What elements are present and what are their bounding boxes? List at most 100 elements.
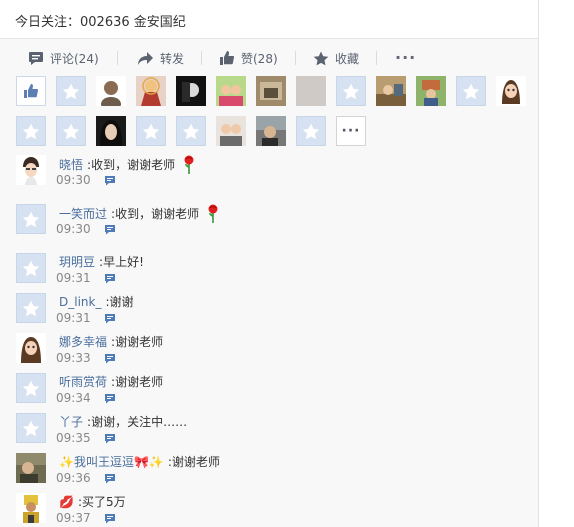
comment-time: 09:34 [56, 391, 91, 405]
commenter-avatar[interactable] [16, 333, 46, 363]
reply-button[interactable] [104, 433, 116, 447]
commenter-name[interactable]: 丫子 [59, 415, 83, 429]
commenter-name[interactable]: 娜多幸福 [59, 335, 107, 349]
reply-button[interactable] [104, 393, 116, 407]
liker-avatar[interactable] [456, 76, 486, 106]
liker-avatar[interactable] [136, 76, 166, 106]
action-separator [117, 51, 118, 65]
commenter-name[interactable]: 晓悟 [59, 158, 83, 172]
reply-button[interactable] [104, 224, 116, 238]
comment-line: ✨我叫王逗逗🎀✨:谢谢老师 [59, 453, 220, 470]
avatar-photo [182, 82, 199, 102]
comment-item: 听雨赏荷:谢谢老师 09:34 [16, 373, 536, 413]
comment-line: 一笑而过:收到，谢谢老师 [59, 204, 220, 224]
liker-avatar[interactable] [96, 76, 126, 106]
liker-avatar[interactable] [416, 76, 446, 106]
commenter-name[interactable]: 听雨赏荷 [59, 375, 107, 389]
commenter-avatar[interactable] [16, 293, 46, 323]
commenter-avatar[interactable] [16, 453, 46, 483]
commenter-avatar[interactable] [16, 155, 46, 185]
liker-avatar[interactable] [136, 116, 166, 146]
comment-line: D_link_:谢谢 [59, 293, 134, 310]
comment-text: 谢谢老师 [115, 375, 164, 389]
avatar-photo [260, 82, 282, 100]
more-likers-button[interactable]: ··· [336, 116, 366, 146]
comment-text: 买了5万 [82, 495, 126, 509]
reply-icon [105, 176, 115, 186]
liker-avatar[interactable] [176, 116, 206, 146]
commenter-avatar[interactable] [16, 493, 46, 523]
repost-button[interactable]: 转发 [137, 49, 184, 67]
comment-text: 收到，谢谢老师 [115, 207, 200, 221]
reply-icon [105, 354, 115, 364]
commenter-name[interactable]: ✨我叫王逗逗🎀✨ [59, 455, 164, 469]
comment-text: 谢谢老师 [171, 455, 220, 469]
star-icon [182, 123, 200, 139]
comment-text: 谢谢老师 [115, 335, 164, 349]
liker-avatar[interactable] [96, 116, 126, 146]
action-separator [295, 51, 296, 65]
star-icon [313, 51, 329, 65]
commenter-name[interactable]: D_link_ [59, 295, 101, 309]
reply-icon [105, 394, 115, 404]
avatar-photo [220, 124, 242, 146]
comment-item: 玥明豆:早上好! 09:31 [16, 253, 536, 293]
liker-avatar[interactable] [336, 76, 366, 106]
commenter-name[interactable]: 一笑而过 [59, 207, 107, 221]
commenter-avatar[interactable] [16, 253, 46, 283]
liker-avatar[interactable] [56, 76, 86, 106]
post-card: 今日关注：002636 金安国纪 评论(24) 转发 赞(28) 收藏 ··· … [0, 0, 539, 527]
reply-button[interactable] [104, 473, 116, 487]
star-icon [22, 300, 40, 316]
like-label: 赞(28) [241, 51, 278, 66]
liker-avatar[interactable] [176, 76, 206, 106]
avatar-photo [100, 120, 122, 146]
reply-button[interactable] [104, 353, 116, 367]
commenter-name[interactable]: 💋 [59, 495, 74, 509]
comment-time: 09:37 [56, 511, 91, 525]
commenter-avatar[interactable] [16, 413, 46, 443]
liker-avatar[interactable] [296, 76, 326, 106]
liker-avatar[interactable] [56, 116, 86, 146]
liker-avatar[interactable] [216, 76, 246, 106]
avatar-photo [422, 80, 440, 106]
reply-icon [105, 225, 115, 235]
reply-button[interactable] [104, 313, 116, 327]
action-separator [201, 51, 202, 65]
avatar-photo [141, 77, 161, 106]
liker-avatar[interactable] [376, 76, 406, 106]
comment-item: 晓悟:收到，谢谢老师 09:30 [16, 155, 536, 195]
commenter-avatar[interactable] [16, 204, 46, 234]
rose-icon [208, 204, 218, 223]
comment-time: 09:31 [56, 271, 91, 285]
like-button[interactable]: 赞(28) [219, 49, 278, 67]
liker-avatar[interactable] [256, 116, 286, 146]
rose-icon [184, 155, 194, 174]
comment-time: 09:30 [56, 173, 91, 187]
liker-avatar[interactable] [216, 116, 246, 146]
comment-item: 💋:买了5万 09:37 [16, 493, 536, 527]
commenter-name[interactable]: 玥明豆 [59, 255, 95, 269]
like-avatar-button[interactable] [16, 76, 46, 106]
liker-avatar[interactable] [496, 76, 526, 106]
comment-time: 09:31 [56, 311, 91, 325]
reply-button[interactable] [104, 273, 116, 287]
reply-button[interactable] [104, 175, 116, 189]
avatar-photo [256, 116, 286, 146]
more-actions-button[interactable]: ··· [395, 48, 416, 67]
feedback-panel: 评论(24) 转发 赞(28) 收藏 ··· ··· 晓悟:收到，谢谢老师 0… [0, 39, 538, 527]
comment-button[interactable]: 评论(24) [28, 49, 99, 67]
action-separator [376, 51, 377, 65]
comment-time: 09:36 [56, 471, 91, 485]
commenter-avatar[interactable] [16, 373, 46, 403]
liker-avatar[interactable] [256, 76, 286, 106]
comment-text: 谢谢 [109, 295, 134, 309]
liker-avatar[interactable] [296, 116, 326, 146]
liker-avatar[interactable] [16, 116, 46, 146]
post-text: 今日关注：002636 金安国纪 [15, 15, 186, 30]
comment-text: 收到，谢谢老师 [91, 158, 176, 172]
thumbs-up-icon [24, 84, 39, 98]
avatar-photo [219, 85, 243, 106]
reply-button[interactable] [104, 513, 116, 527]
favorite-button[interactable]: 收藏 [313, 49, 359, 67]
